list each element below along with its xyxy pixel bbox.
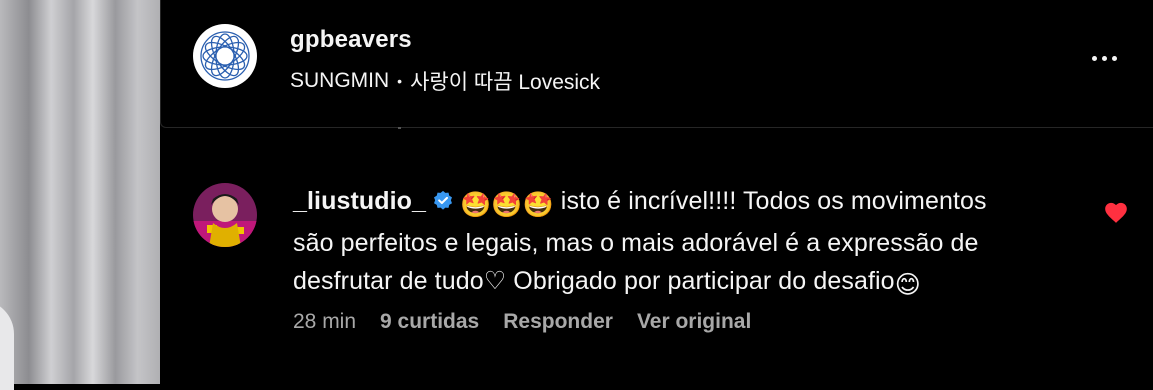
divider-mark — [398, 127, 401, 129]
audio-song: 사랑이 따끔 Lovesick — [410, 71, 601, 94]
smiling-emoji: 😊 — [894, 271, 921, 299]
video-figure-shape — [0, 300, 14, 390]
reply-button[interactable]: Responder — [503, 310, 613, 334]
comment-meta: 28 min 9 curtidas Responder Ver original — [293, 310, 751, 334]
heart-icon[interactable] — [1103, 200, 1129, 229]
comment-avatar[interactable] — [193, 183, 257, 247]
audio-artist: SUNGMIN — [290, 69, 390, 92]
comment-likes-count[interactable]: 9 curtidas — [380, 310, 479, 334]
profile-logo-icon — [200, 31, 250, 81]
audio-separator: • — [397, 73, 403, 89]
comment-text: _liustudio_ 🤩🤩🤩 isto é incrível!!!! Todo… — [293, 182, 1093, 304]
comment-body: _liustudio_ 🤩🤩🤩 isto é incrível!!!! Todo… — [293, 182, 1093, 304]
post-username[interactable]: gpbeavers — [290, 26, 412, 54]
post-header: gpbeavers SUNGMIN • 사랑이 따끔 Lovesick — [160, 0, 1153, 128]
star-struck-emojis: 🤩🤩🤩 — [460, 191, 554, 219]
comment-text-line1: isto é incrível!!!! Todos os movimentos — [553, 187, 987, 215]
see-original-button[interactable]: Ver original — [637, 310, 751, 334]
comments-panel: gpbeavers SUNGMIN • 사랑이 따끔 Lovesick _liu… — [160, 0, 1153, 384]
profile-avatar[interactable] — [193, 24, 257, 88]
post-audio-info[interactable]: SUNGMIN • 사랑이 따끔 Lovesick — [290, 66, 600, 96]
video-background-edge — [0, 0, 160, 390]
more-icon[interactable] — [1092, 56, 1117, 61]
comment-text-line2: são perfeitos e legais, mas o mais adorá… — [293, 229, 979, 257]
comment-text-line3: desfrutar de tudo♡ Obrigado por particip… — [293, 267, 895, 295]
comment-time: 28 min — [293, 310, 357, 333]
verified-badge-icon — [434, 190, 453, 210]
comment-username[interactable]: _liustudio_ — [293, 187, 426, 215]
avatar-photo — [193, 183, 257, 247]
